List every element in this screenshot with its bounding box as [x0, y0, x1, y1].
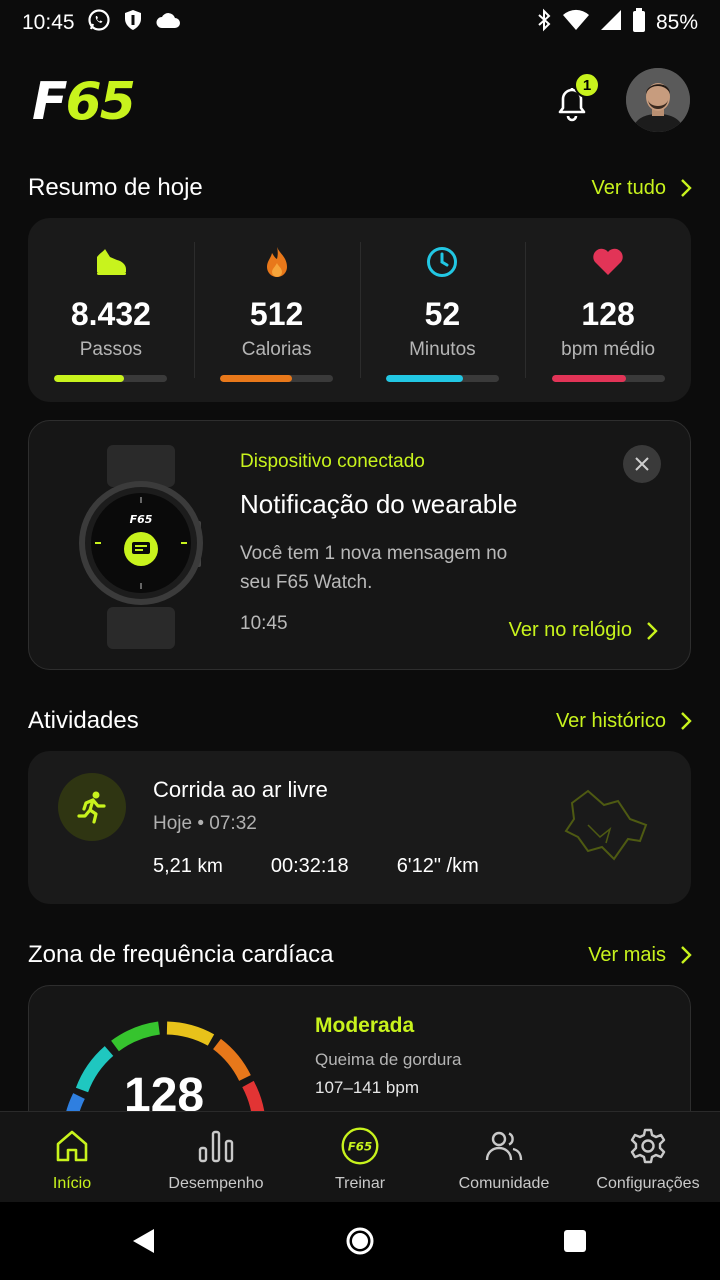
heart-zone-description: Queima de gordura [315, 1050, 462, 1069]
chevron-right-icon [647, 621, 658, 640]
daily-summary-card[interactable]: 8.432 Passos 512 Calorias 52 Minutos 128… [28, 218, 691, 402]
activity-duration: 00:32:18 [270, 855, 349, 877]
nav-item-community[interactable]: Comunidade [432, 1112, 576, 1202]
activities-header: Atividades Ver histórico [28, 701, 692, 741]
summary-header: Resumo de hoje Ver tudo [28, 168, 692, 208]
whatsapp-icon [87, 8, 111, 38]
wearable-notification-card[interactable]: F65 Dispositivo conectado Notificação do… [28, 420, 691, 670]
home-button-icon[interactable] [345, 1226, 375, 1256]
close-button[interactable] [623, 445, 661, 483]
notification-body: Você tem 1 nova mensagem no seu F65 Watc… [240, 543, 508, 593]
stat-value: 8.432 [70, 296, 151, 332]
avatar[interactable] [626, 68, 690, 132]
section-title-heart-zone: Zona de frequência cardíaca [28, 941, 334, 968]
nav-label: Início [52, 1175, 92, 1192]
shield-icon [123, 9, 143, 37]
smartwatch-image: F65 [73, 445, 209, 649]
notification-badge: 1 [574, 72, 600, 98]
stat-value: 52 [424, 296, 461, 332]
nav-label: Configurações [596, 1175, 700, 1192]
close-icon [635, 457, 649, 471]
flame-icon [259, 244, 295, 280]
activity-metrics: 5,21 km 00:32:18 6'12" /km [153, 855, 479, 878]
stat-value: 512 [249, 296, 304, 332]
stat-label: Calorias [241, 339, 312, 360]
f65-logo[interactable]: F65 [32, 76, 136, 128]
signal-icon [600, 9, 622, 37]
activity-item[interactable]: Corrida ao ar livre Hoje • 07:32 5,21 km… [28, 751, 691, 904]
nav-label: Comunidade [458, 1175, 550, 1192]
notification-kicker: Dispositivo conectado [240, 451, 425, 472]
nav-item-home[interactable]: Início [0, 1112, 144, 1202]
gear-icon [628, 1126, 668, 1166]
bottom-navigation: Início Desempenho F65 Treinar Comunidade… [0, 1111, 720, 1202]
chevron-right-icon [681, 712, 692, 730]
running-icon [58, 773, 126, 841]
battery-percent: 85% [655, 11, 698, 34]
see-all-link[interactable]: Ver tudo [591, 177, 692, 200]
section-title-activities: Atividades [28, 707, 139, 734]
train-badge-text: F65 [348, 1140, 372, 1154]
bluetooth-icon [536, 8, 552, 38]
stat-heart-rate[interactable]: 128 bpm médio [525, 218, 691, 402]
stat-minutes[interactable]: 52 Minutos [359, 218, 526, 402]
view-on-watch-button[interactable]: Ver no relógio [509, 619, 658, 642]
battery-icon [632, 8, 646, 38]
activity-distance: 5,21 km [153, 855, 223, 877]
f65-train-icon: F65 [340, 1126, 380, 1166]
stat-label: bpm médio [561, 339, 656, 360]
stat-steps[interactable]: 8.432 Passos [28, 218, 194, 402]
sneaker-icon [93, 244, 129, 280]
stat-value: 128 [581, 296, 635, 332]
nav-item-performance[interactable]: Desempenho [144, 1112, 288, 1202]
heart-icon [590, 244, 626, 280]
stat-calories[interactable]: 512 Calorias [193, 218, 360, 402]
heart-zone-name: Moderada [315, 1014, 415, 1037]
activity-title: Corrida ao ar livre [153, 777, 328, 802]
heart-zone-header: Zona de frequência cardíaca Ver mais [28, 935, 692, 975]
app-header: F65 1 [0, 66, 720, 138]
see-more-link[interactable]: Ver mais [588, 944, 692, 967]
progress-bar [54, 375, 168, 382]
wifi-icon [562, 9, 590, 37]
system-navigation-bar [0, 1202, 720, 1280]
stat-label: Passos [79, 339, 143, 360]
route-map-icon [558, 785, 658, 869]
section-title-summary: Resumo de hoje [28, 174, 203, 201]
bar-chart-icon [196, 1126, 236, 1166]
status-bar: 10:45 85% [0, 0, 720, 46]
clock-icon [424, 244, 460, 280]
heart-zone-range: 107–141 bpm [315, 1078, 419, 1097]
chevron-right-icon [681, 946, 692, 964]
recents-icon[interactable] [560, 1226, 590, 1256]
notification-title: Notificação do wearable [240, 489, 518, 519]
stat-label: Minutos [409, 339, 476, 360]
watch-brand: F65 [130, 513, 153, 526]
cloud-icon [155, 11, 181, 35]
notification-time: 10:45 [240, 613, 288, 634]
nav-item-train[interactable]: F65 Treinar [288, 1112, 432, 1202]
chevron-right-icon [681, 179, 692, 197]
nav-item-settings[interactable]: Configurações [576, 1112, 720, 1202]
progress-bar [551, 375, 665, 382]
status-time: 10:45 [22, 11, 75, 34]
nav-label: Treinar [334, 1175, 386, 1192]
progress-bar [385, 375, 499, 382]
history-link[interactable]: Ver histórico [556, 710, 692, 733]
activity-subtitle: Hoje • 07:32 [153, 813, 257, 834]
community-icon [484, 1126, 524, 1166]
back-icon[interactable] [128, 1226, 158, 1256]
nav-label: Desempenho [168, 1175, 264, 1192]
progress-bar [220, 375, 334, 382]
home-icon [52, 1126, 92, 1166]
activity-pace: 6'12" /km [396, 855, 479, 877]
